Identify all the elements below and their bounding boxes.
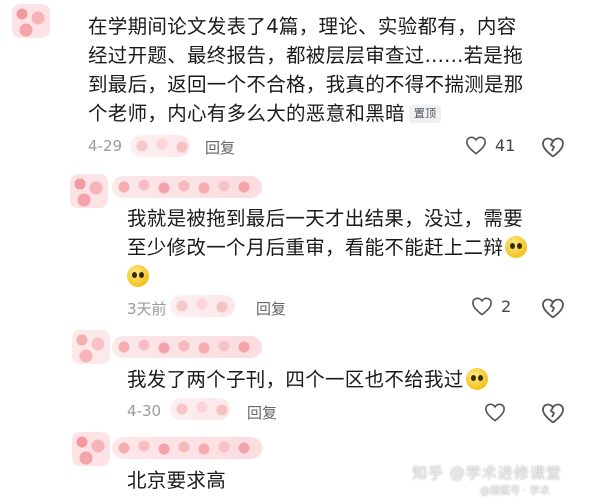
- avatar[interactable]: [12, 4, 50, 38]
- heart-icon: [466, 136, 486, 155]
- reply-button[interactable]: 回复: [256, 298, 286, 319]
- like-button[interactable]: [484, 402, 514, 422]
- comment-line: 个老师，内心有多么大的恶意和黑暗 置顶: [88, 99, 588, 128]
- comment-line: 到最后，返回一个不合格，我真的不得不揣测是那: [88, 73, 524, 96]
- comment-line: 北京要求高: [127, 469, 227, 492]
- date-location-blur: [130, 135, 190, 157]
- comment-line: [127, 262, 587, 291]
- broken-heart-icon[interactable]: [541, 297, 565, 319]
- heart-icon: [472, 297, 492, 316]
- comment-date: 4-30: [127, 402, 162, 420]
- comment-line: 至少修改一个月后重审，看能不能赶上二辩: [127, 233, 587, 262]
- broken-heart-icon[interactable]: [541, 402, 565, 424]
- date-location-blur: [170, 398, 230, 420]
- avatar[interactable]: [70, 174, 108, 208]
- pleading-face-icon: [127, 265, 149, 287]
- avatar[interactable]: [72, 432, 110, 466]
- reply-button[interactable]: 回复: [205, 137, 235, 158]
- pleading-face-icon: [465, 368, 488, 390]
- comment-text: 我就是被拖到最后一天才出结果，没过，需要 至少修改一个月后重审，看能不能赶上二辩: [127, 204, 587, 291]
- like-button[interactable]: 41: [465, 135, 515, 155]
- comment-text: 我发了两个子刊，四个一区也不给我过: [127, 365, 587, 394]
- like-count: 41: [495, 135, 516, 155]
- comment-text: 在学期间论文发表了4篇，理论、实验都有，内容 经过开题、最终报告，都被层层审查过…: [88, 12, 588, 128]
- username[interactable]: [112, 336, 262, 358]
- date-location-blur: [170, 295, 235, 317]
- avatar[interactable]: [72, 330, 110, 364]
- comment-line: 我就是被拖到最后一天才出结果，没过，需要: [127, 207, 524, 230]
- pleading-face-icon: [505, 236, 528, 258]
- username[interactable]: [112, 437, 262, 459]
- comment-date: 4-29: [88, 137, 123, 155]
- comment-line: 经过开题、最终报告，都被层层审查过......若是拖: [88, 44, 523, 67]
- comment-line: 我发了两个子刊，四个一区也不给我过: [127, 365, 587, 394]
- broken-heart-icon[interactable]: [541, 136, 565, 158]
- like-count: 2: [501, 296, 512, 316]
- watermark: 知乎 @学术进修课堂: [412, 464, 562, 482]
- like-button[interactable]: 2: [471, 296, 511, 316]
- username[interactable]: [112, 176, 262, 198]
- pinned-badge: 置顶: [408, 105, 442, 123]
- reply-button[interactable]: 回复: [247, 402, 277, 423]
- comment-line: 在学期间论文发表了4篇，理论、实验都有，内容: [88, 15, 517, 38]
- comment-date: 3天前: [127, 300, 167, 318]
- comment-text: 北京要求高: [127, 466, 427, 495]
- watermark-sub: @搜狐号 · 学术: [480, 486, 550, 497]
- heart-icon: [485, 403, 505, 422]
